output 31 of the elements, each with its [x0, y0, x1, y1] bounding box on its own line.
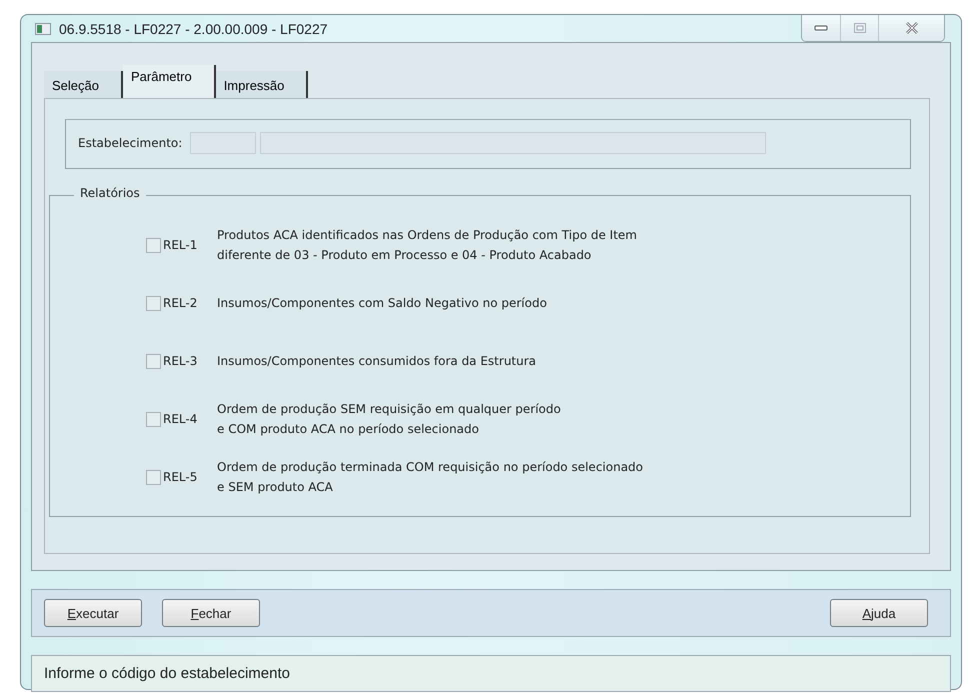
field-label: Estabelecimento:: [78, 136, 182, 150]
checkbox[interactable]: [146, 354, 161, 368]
minimize-icon: [814, 25, 828, 31]
checkbox[interactable]: [146, 470, 161, 484]
action-button[interactable]: Fechar: [162, 599, 260, 627]
tab[interactable]: Impressão: [216, 71, 308, 98]
action-button[interactable]: Executar: [44, 599, 142, 627]
checkbox-label: REL-5: [163, 470, 198, 484]
window-title: 06.9.5518 - LF0227 - 2.00.00.009 - LF0227: [59, 20, 328, 36]
checkbox-label: REL-4: [163, 412, 198, 426]
checkbox[interactable]: [146, 238, 161, 252]
help-button[interactable]: Ajuda: [830, 599, 928, 627]
app-icon: [35, 22, 51, 34]
minimize-button[interactable]: [802, 15, 840, 41]
checkbox-label: REL-1: [163, 238, 198, 252]
report-description: Insumos/Componentes com Saldo Negativo no período: [217, 295, 547, 312]
report-description: Ordem de produção SEM requisição em qualquer período e COM produto ACA no período selecionado: [217, 401, 561, 438]
close-button[interactable]: [878, 15, 944, 41]
close-icon: [904, 22, 918, 34]
report-description: Produtos ACA identificados nas Ordens de Produção com Tipo de Item diferente de 03 - Produto em Processo e 04 - Produto Acabado: [217, 227, 637, 264]
report-description: Insumos/Componentes consumidos fora da Estrutura: [217, 353, 536, 370]
group-title: Relatórios: [74, 186, 146, 200]
tab[interactable]: Parâmetro: [122, 65, 216, 98]
status-bar: Informe o código do estabelecimento: [31, 655, 951, 692]
checkbox-label: REL-2: [163, 296, 198, 310]
maximize-icon: [854, 23, 866, 33]
checkbox[interactable]: [146, 412, 161, 426]
checkbox-label: REL-3: [163, 354, 198, 368]
tab[interactable]: Seleção: [44, 71, 123, 98]
report-description: Ordem de produção terminada COM requisição no período selecionado e SEM produto ACA: [217, 459, 644, 496]
checkbox[interactable]: [146, 296, 161, 310]
